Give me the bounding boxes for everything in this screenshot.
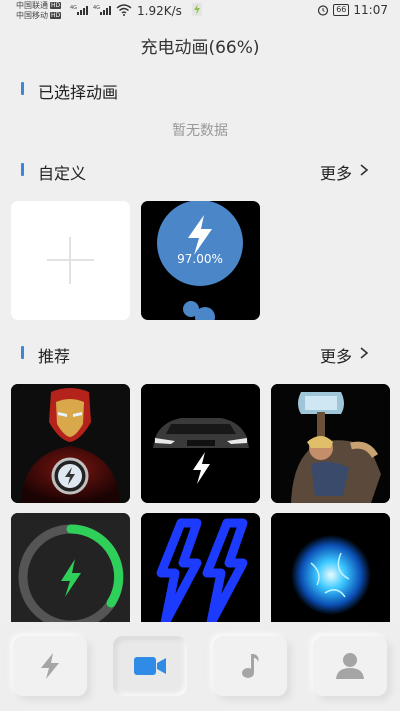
charging-notification-icon	[192, 3, 202, 16]
tab-music[interactable]	[213, 636, 287, 696]
add-custom-animation-button[interactable]	[11, 201, 130, 320]
signal-icon-2: 4G	[93, 5, 111, 15]
chevron-right-icon[interactable]	[357, 163, 371, 177]
blue-neon-bolt-icon	[141, 513, 260, 632]
section-accent-bar	[21, 163, 24, 176]
svg-text:4G: 4G	[93, 5, 100, 11]
section-title: 自定义	[38, 164, 87, 183]
recommend-item-plasma[interactable]	[271, 513, 390, 632]
tab-charging[interactable]	[13, 636, 87, 696]
recommend-item-iron-man[interactable]	[11, 384, 130, 503]
battery-percent-animation: 97.00%	[157, 201, 243, 320]
recommend-item-thor[interactable]	[271, 384, 390, 503]
svg-text:4G: 4G	[70, 5, 77, 11]
thor-hammer-icon	[271, 384, 390, 503]
signal-icon: 4G	[70, 5, 88, 15]
hd-badge: HD	[50, 12, 62, 19]
wifi-icon	[116, 4, 132, 16]
empty-state: 暂无数据	[172, 123, 228, 139]
green-ring-bolt-icon	[11, 513, 130, 632]
plasma-orb-icon	[271, 513, 390, 632]
hd-badge: HD	[50, 2, 62, 9]
page-title: 充电动画(66%)	[140, 38, 260, 58]
selected-section-header: 已选择动画	[0, 77, 400, 102]
carrier-2: 中国移动	[16, 11, 48, 20]
user-icon	[336, 653, 364, 679]
tab-profile[interactable]	[313, 636, 387, 696]
recommend-item-car[interactable]	[141, 384, 260, 503]
section-title: 推荐	[38, 347, 71, 366]
more-button[interactable]: 更多	[320, 160, 352, 184]
iron-man-icon	[11, 384, 130, 503]
section-accent-bar	[21, 346, 24, 359]
charge-percent: 97.00%	[177, 252, 223, 266]
music-note-icon	[242, 654, 259, 678]
clock: 11:07	[353, 3, 388, 17]
carrier-1: 中国联通	[16, 1, 48, 10]
alarm-icon	[318, 5, 329, 16]
tab-video[interactable]	[113, 636, 187, 696]
status-bar: 中国联通 HD 中国移动 HD 4G 4G 1.92K/s 66 11:07	[0, 0, 400, 22]
car-charging-icon	[141, 384, 260, 503]
recommend-item-green-ring[interactable]	[11, 513, 130, 632]
section-accent-bar	[21, 82, 24, 95]
recommend-section-header: 推荐 更多	[0, 341, 400, 367]
chevron-right-icon[interactable]	[357, 346, 371, 360]
bottom-tab-bar	[0, 622, 400, 711]
custom-animation-card[interactable]: 97.00%	[141, 201, 260, 320]
more-button[interactable]: 更多	[320, 343, 352, 367]
carrier-info: 中国联通 HD 中国移动 HD	[16, 1, 62, 21]
network-speed: 1.92K/s	[137, 4, 182, 18]
bolt-icon	[41, 653, 59, 679]
recommend-item-blue-bolt[interactable]	[141, 513, 260, 632]
video-icon	[134, 657, 166, 675]
battery-icon: 66	[333, 4, 350, 16]
status-right: 66 11:07	[317, 3, 388, 17]
section-title: 已选择动画	[38, 83, 119, 102]
custom-section-header: 自定义 更多	[0, 158, 400, 184]
